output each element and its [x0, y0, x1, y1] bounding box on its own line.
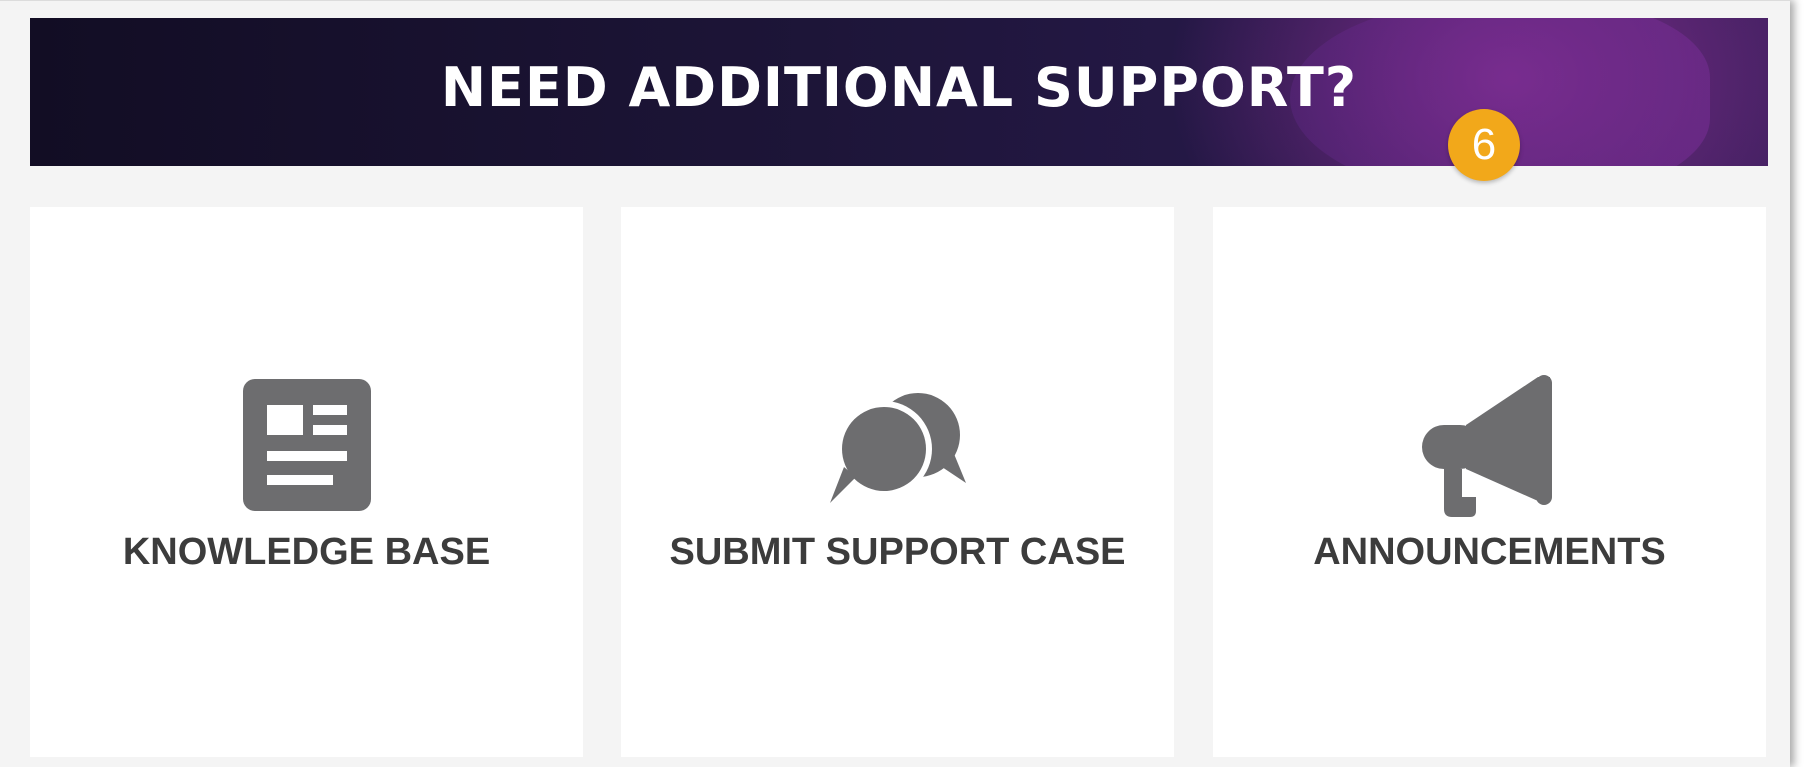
knowledge-base-label: KNOWLEDGE BASE	[122, 531, 491, 573]
submit-support-case-card[interactable]: SUBMIT SUPPORT CASE	[621, 207, 1174, 757]
knowledge-base-card[interactable]: KNOWLEDGE BASE	[30, 207, 583, 757]
step-badge: 6	[1448, 109, 1520, 181]
announcements-card[interactable]: ANNOUNCEMENTS	[1213, 207, 1766, 757]
megaphone-icon	[1213, 375, 1766, 517]
document-icon	[30, 375, 583, 515]
support-panel: NEED ADDITIONAL SUPPORT? 6 KNOWLEDGE BAS…	[0, 0, 1790, 767]
announcements-label: ANNOUNCEMENTS	[1313, 531, 1666, 573]
submit-support-case-label: SUBMIT SUPPORT CASE	[669, 531, 1126, 573]
banner-title: NEED ADDITIONAL SUPPORT?	[440, 56, 1358, 119]
chat-bubbles-icon	[621, 375, 1174, 515]
